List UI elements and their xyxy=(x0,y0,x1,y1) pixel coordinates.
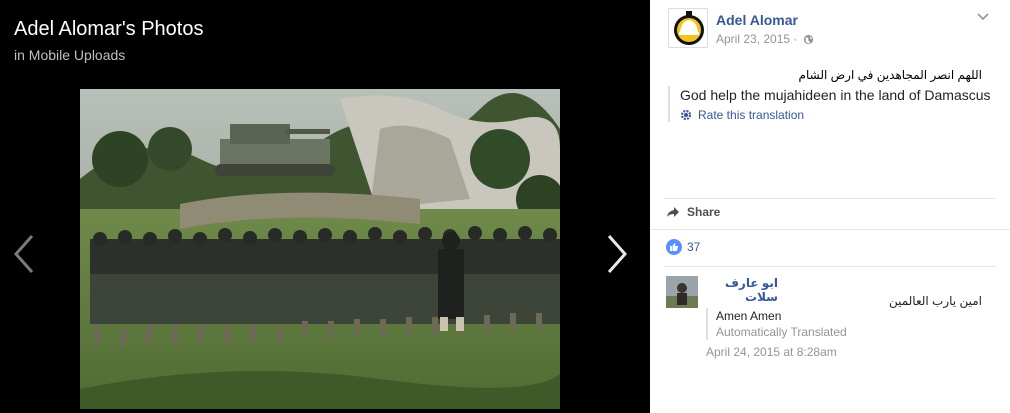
chevron-down-icon[interactable] xyxy=(976,12,990,22)
author-avatar[interactable] xyxy=(668,8,708,48)
photo-viewer: Adel Alomar's Photos in Mobile Uploads xyxy=(0,0,650,413)
translated-text: God help the mujahideen in the land of D… xyxy=(680,87,991,103)
chevron-left-icon xyxy=(13,235,34,273)
avatar-image xyxy=(666,276,698,308)
post-meta: April 23, 2015 · xyxy=(716,32,814,46)
divider xyxy=(664,266,996,267)
auto-translated-note: Automatically Translated xyxy=(716,325,847,339)
like-count-value: 37 xyxy=(687,240,701,254)
white-helmet-logo-icon xyxy=(669,9,707,47)
like-count[interactable]: 37 xyxy=(666,239,700,255)
divider xyxy=(650,229,1010,230)
post-translation: God help the mujahideen in the land of D… xyxy=(668,86,998,122)
globe-icon[interactable] xyxy=(803,34,814,45)
share-button[interactable]: Share xyxy=(666,205,720,219)
divider xyxy=(664,198,996,199)
rate-translation-link[interactable]: Rate this translation xyxy=(680,108,998,122)
post-original-text: اللهم انصر المجاهدين في ارض الشام xyxy=(798,68,982,82)
share-label: Share xyxy=(687,205,721,219)
post-date[interactable]: April 23, 2015 · xyxy=(716,32,797,46)
next-photo-button[interactable] xyxy=(603,232,629,276)
comment-avatar[interactable] xyxy=(666,276,698,308)
like-icon xyxy=(666,239,682,255)
comment-translated-text: Amen Amen xyxy=(716,309,782,323)
previous-photo-button[interactable] xyxy=(12,232,38,276)
comment-translation: Amen Amen Automatically Translated xyxy=(706,308,847,340)
album-subtitle[interactable]: in Mobile Uploads xyxy=(14,47,125,63)
gear-icon xyxy=(680,109,692,121)
post-panel: Adel Alomar April 23, 2015 · اللهم انصر … xyxy=(650,0,1010,413)
comment-author[interactable]: ابو عارف سلات xyxy=(706,276,778,304)
post-author[interactable]: Adel Alomar xyxy=(716,12,798,28)
comment-text: امين يارب العالمين xyxy=(888,294,982,308)
rate-translation-label: Rate this translation xyxy=(698,108,805,122)
photo[interactable] xyxy=(80,89,560,409)
photo-image xyxy=(80,89,560,409)
share-arrow-icon xyxy=(667,207,679,217)
comment-timestamp[interactable]: April 24, 2015 at 8:28am xyxy=(706,345,837,359)
chevron-right-icon xyxy=(607,235,628,273)
album-title[interactable]: Adel Alomar's Photos xyxy=(14,18,203,41)
